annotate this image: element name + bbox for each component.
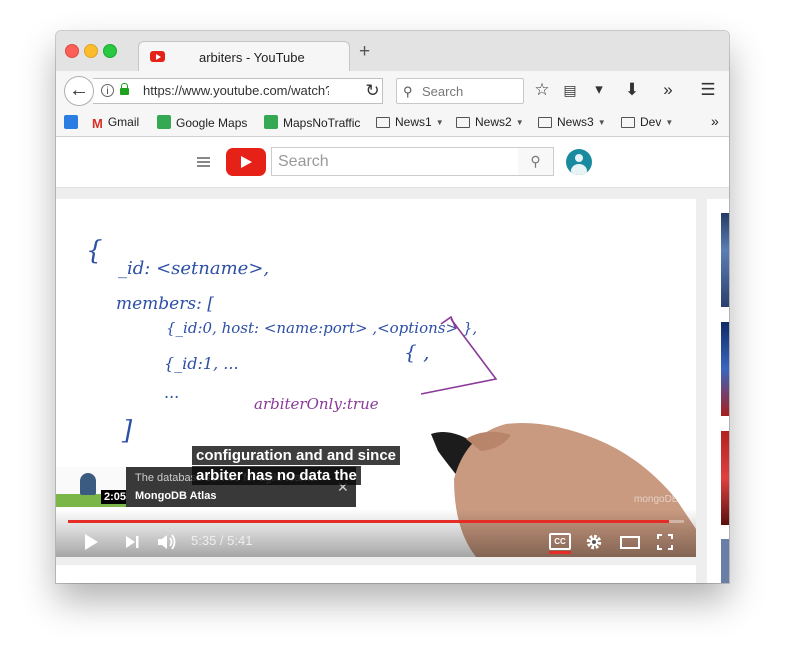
whiteboard-line: ] xyxy=(121,416,133,446)
bookmark-label: News1 xyxy=(395,115,432,129)
bookmarks-toolbar: M Gmail Google Maps MapsNoTraffic News1 ▼ … xyxy=(56,111,729,137)
reload-button[interactable]: ↻ xyxy=(359,78,386,104)
minimize-window-button[interactable] xyxy=(84,44,98,58)
url-text[interactable]: https://www.youtube.com/watch? xyxy=(143,83,329,98)
caption-line: arbiter has no data the xyxy=(192,466,361,485)
gmail-icon: M xyxy=(92,116,103,131)
browser-search-placeholder: Search xyxy=(422,84,464,99)
related-video-thumbnail[interactable] xyxy=(721,213,729,307)
whiteboard-line: {_id:1, ... xyxy=(164,354,239,373)
tab-youtube[interactable]: arbiters - YouTube xyxy=(138,41,350,72)
thumbnail-person xyxy=(80,473,96,495)
bookmark-label: News2 xyxy=(475,115,512,129)
whiteboard-line: arbiterOnly:true xyxy=(254,395,379,413)
avatar[interactable] xyxy=(566,149,592,175)
progress-fill xyxy=(68,520,670,523)
url-bar[interactable]: i https://www.youtube.com/watch? xyxy=(93,78,383,104)
bookmarks-overflow-icon[interactable]: » xyxy=(711,113,719,129)
youtube-logo[interactable] xyxy=(226,148,266,176)
guide-menu-icon[interactable] xyxy=(197,157,210,167)
chevron-down-icon: ▼ xyxy=(597,118,606,127)
whiteboard-line: { xyxy=(86,236,103,266)
whiteboard-line: { , xyxy=(404,340,429,364)
bookmark-folder-news3[interactable]: News3 ▼ xyxy=(538,115,606,129)
video-info-area xyxy=(56,565,696,583)
bookmark-label: MapsNoTraffic xyxy=(283,116,361,130)
bookmark-label: News3 xyxy=(557,115,594,129)
navigation-toolbar: i https://www.youtube.com/watch? ← ↻ ⚲ S… xyxy=(56,71,729,111)
pocket-icon[interactable]: ▾ xyxy=(588,80,610,100)
close-window-button[interactable] xyxy=(65,44,79,58)
caption-line: configuration and and since xyxy=(192,446,401,465)
tab-title: arbiters - YouTube xyxy=(199,50,305,65)
fullscreen-icon[interactable] xyxy=(655,532,675,552)
related-video-thumbnail[interactable] xyxy=(721,539,729,583)
whiteboard-line: {_id:0, host: <name:port> ,<options> }, xyxy=(166,319,477,337)
bookmark-folder-dev[interactable]: Dev ▼ xyxy=(621,115,673,129)
browser-window: arbiters - YouTube + i https://www.youtu… xyxy=(56,31,729,583)
maps-icon xyxy=(157,115,171,129)
bookmark-label: Dev xyxy=(640,115,662,129)
cc-active-indicator xyxy=(549,551,571,554)
progress-bar[interactable] xyxy=(68,520,684,523)
youtube-search-input[interactable]: Search xyxy=(271,147,519,176)
video-player[interactable]: { _id: <setname>, members: [ {_id:0, hos… xyxy=(56,199,696,557)
browser-search-box[interactable]: ⚲ Search xyxy=(396,78,524,104)
bookmark-folder-news1[interactable]: News1 ▼ xyxy=(376,115,444,129)
hamburger-menu-icon[interactable]: ☰ xyxy=(697,80,719,100)
bookmark-item-google-maps[interactable]: Google Maps xyxy=(157,115,247,130)
maximize-window-button[interactable] xyxy=(103,44,117,58)
reload-icon: ↻ xyxy=(365,81,380,100)
related-video-thumbnail[interactable] xyxy=(721,322,729,416)
info-icon[interactable]: i xyxy=(101,84,114,97)
youtube-search-button[interactable]: ⚲ xyxy=(518,147,554,176)
title-bar: arbiters - YouTube + xyxy=(56,31,729,72)
search-icon: ⚲ xyxy=(530,153,541,169)
overflow-chevron-icon[interactable]: » xyxy=(657,80,679,100)
maps-icon xyxy=(264,115,278,129)
folder-icon xyxy=(456,117,470,128)
back-arrow-icon: ← xyxy=(69,79,89,101)
lock-icon xyxy=(120,83,129,95)
whiteboard-line: members: [ xyxy=(116,294,214,314)
bookmark-item-maps-no-traffic[interactable]: MapsNoTraffic xyxy=(264,115,360,130)
folder-icon xyxy=(538,117,552,128)
volume-icon[interactable] xyxy=(156,532,180,552)
bookmark-label: Gmail xyxy=(107,115,140,129)
channel-watermark: mongoDB xyxy=(634,494,679,505)
folder-icon xyxy=(376,117,390,128)
chevron-down-icon: ▼ xyxy=(665,118,674,127)
youtube-search-placeholder: Search xyxy=(278,153,329,170)
subtitles-cc-button[interactable]: CC xyxy=(549,533,571,550)
play-icon[interactable] xyxy=(82,532,100,552)
chevron-down-icon: ▼ xyxy=(435,118,444,127)
bookmark-item-gmail[interactable]: M Gmail xyxy=(92,115,139,131)
time-display: 5:35 / 5:41 xyxy=(191,533,253,548)
folder-icon xyxy=(621,117,635,128)
bookmark-label: Google Maps xyxy=(176,116,248,130)
ad-channel: MongoDB Atlas xyxy=(135,490,217,502)
ad-thumbnail[interactable]: 2:05 xyxy=(56,467,126,507)
theater-mode-icon[interactable] xyxy=(619,532,641,552)
bookmark-folder-news2[interactable]: News2 ▼ xyxy=(456,115,524,129)
whiteboard-line: ... xyxy=(164,383,179,402)
ad-duration: 2:05 xyxy=(101,490,126,504)
page-content: Search ⚲ { _id: <setname>, members: [ {_… xyxy=(56,137,729,583)
new-tab-button[interactable]: + xyxy=(359,42,370,61)
chevron-down-icon: ▼ xyxy=(515,118,524,127)
related-videos-sidebar xyxy=(707,199,729,583)
bookmark-item-site[interactable] xyxy=(64,115,83,130)
next-icon[interactable] xyxy=(123,532,141,552)
settings-gear-icon[interactable] xyxy=(584,532,604,552)
youtube-header: Search ⚲ xyxy=(56,137,729,188)
back-button[interactable]: ← xyxy=(64,76,94,106)
site-icon xyxy=(64,115,78,129)
reading-list-icon[interactable]: ▤ xyxy=(559,80,581,100)
related-video-thumbnail[interactable] xyxy=(721,431,729,525)
bookmark-star-icon[interactable]: ☆ xyxy=(531,80,553,100)
whiteboard-line: _id: <setname>, xyxy=(118,258,269,279)
search-icon: ⚲ xyxy=(403,84,413,99)
youtube-favicon-icon xyxy=(150,51,165,62)
download-icon[interactable]: ⬇ xyxy=(621,80,643,100)
